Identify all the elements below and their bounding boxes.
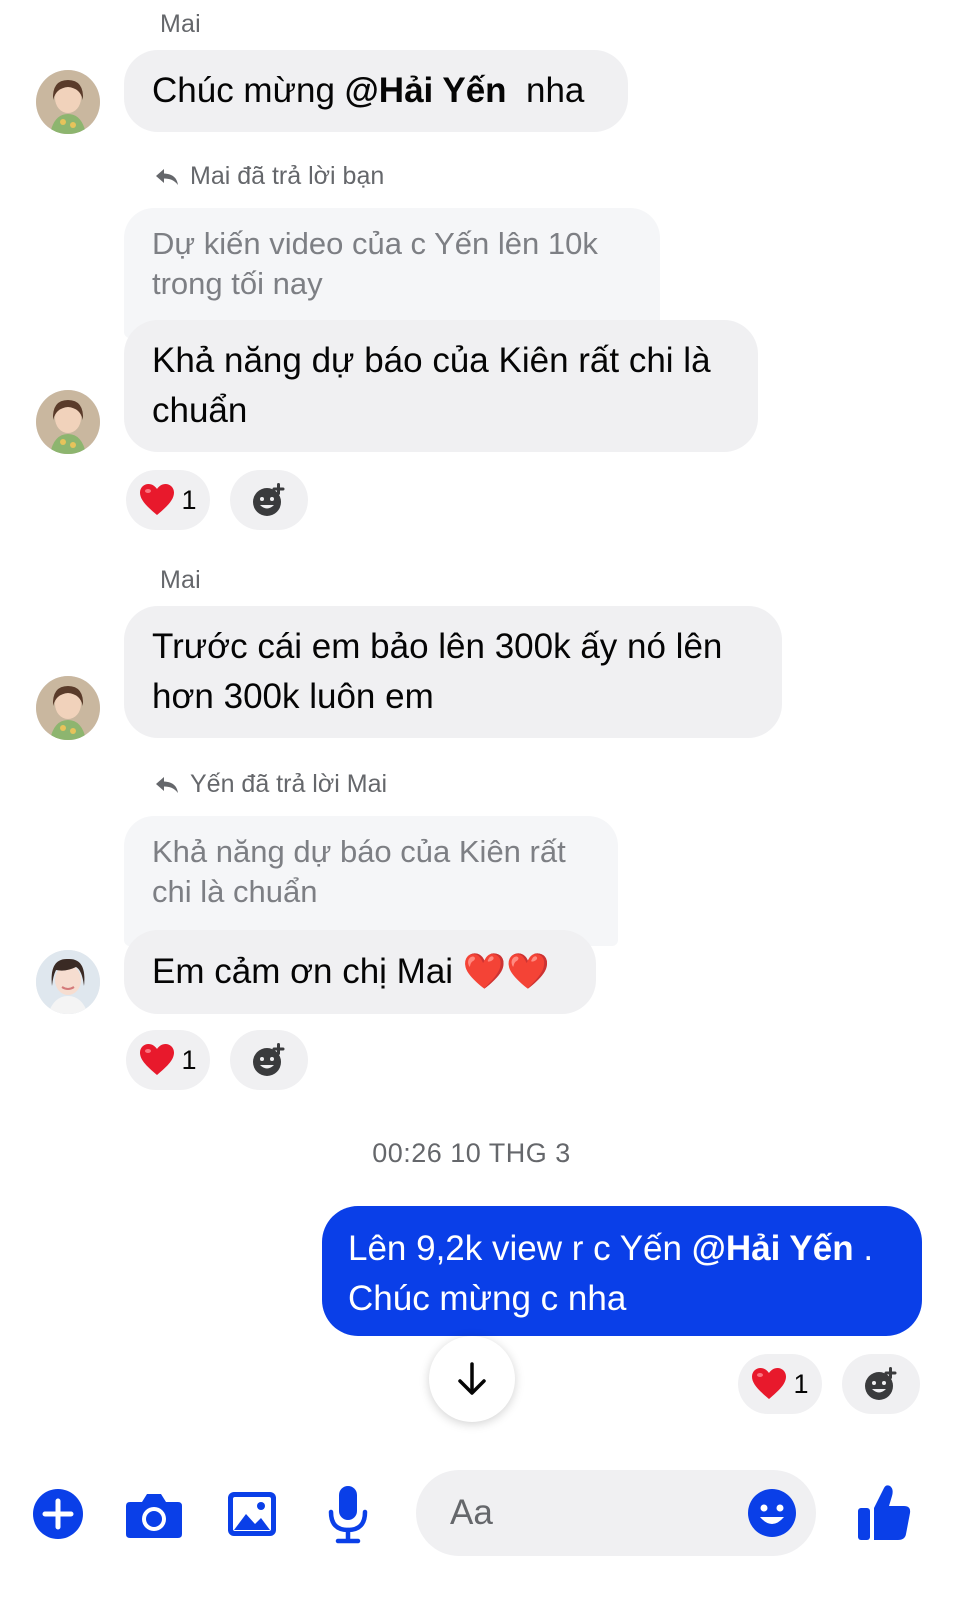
image-icon xyxy=(228,1492,276,1536)
reaction-count: 1 xyxy=(181,1044,197,1075)
emoji-icon[interactable] xyxy=(746,1487,798,1539)
reaction-badge[interactable]: 1 xyxy=(126,470,210,530)
reaction-count: 1 xyxy=(181,484,197,515)
mention-tag[interactable]: @Hải Yến xyxy=(692,1229,854,1268)
quoted-message[interactable]: Dự kiến video của c Yến lên 10k trong tố… xyxy=(124,208,660,338)
mai-avatar-image xyxy=(36,390,100,454)
mai-avatar-image xyxy=(36,676,100,740)
like-button[interactable] xyxy=(856,1482,912,1542)
heart-icon xyxy=(140,484,175,515)
message-text: Khả năng dự báo của Kiên rất chi là chuẩ… xyxy=(152,341,711,430)
avatar[interactable] xyxy=(36,676,100,740)
message-text: Trước cái em bảo lên 300k ấy nó lên hơn … xyxy=(152,627,723,716)
reaction-badge[interactable]: 1 xyxy=(738,1354,822,1414)
heart-emoji: ❤️❤️ xyxy=(462,952,550,991)
reply-indicator-text: Mai đã trả lời bạn xyxy=(190,162,385,190)
heart-icon xyxy=(752,1368,787,1399)
reply-arrow-icon xyxy=(156,168,178,185)
add-reaction-button[interactable] xyxy=(230,1030,308,1090)
sender-name: Mai xyxy=(160,10,201,38)
message-text: Chúc mừng xyxy=(152,71,345,110)
message-bubble[interactable]: Em cảm ơn chị Mai ❤️❤️ xyxy=(124,930,596,1014)
add-emoji-icon xyxy=(865,1367,897,1400)
camera-icon xyxy=(126,1494,182,1538)
quoted-message[interactable]: Khả năng dự báo của Kiên rất chi là chuẩ… xyxy=(124,816,618,946)
add-emoji-icon xyxy=(253,483,285,516)
camera-button[interactable] xyxy=(124,1488,184,1540)
chat-screen: Mai Chúc mừng @Hải Yến nha Mai đã trả lờ… xyxy=(0,0,973,1616)
message-bubble[interactable]: Trước cái em bảo lên 300k ấy nó lên hơn … xyxy=(124,606,782,738)
scroll-to-bottom-button[interactable] xyxy=(429,1336,515,1422)
add-emoji-icon xyxy=(253,1043,285,1076)
message-text: Em cảm ơn chị Mai xyxy=(152,952,463,991)
plus-button[interactable] xyxy=(32,1488,84,1540)
reply-arrow-icon xyxy=(156,776,178,793)
avatar[interactable] xyxy=(36,950,100,1014)
microphone-icon xyxy=(328,1486,368,1544)
message-text: Lên 9,2k view r c Yến xyxy=(348,1229,692,1268)
message-text: nha xyxy=(506,71,585,110)
timestamp-divider: 00:26 10 THG 3 xyxy=(372,1138,571,1168)
reply-indicator: Mai đã trả lời bạn xyxy=(154,162,384,191)
sender-name: Mai xyxy=(160,566,201,594)
heart-icon xyxy=(140,1044,175,1075)
avatar[interactable] xyxy=(36,390,100,454)
gallery-button[interactable] xyxy=(226,1488,278,1540)
reaction-badge[interactable]: 1 xyxy=(126,1030,210,1090)
plus-icon xyxy=(33,1489,83,1539)
mai-avatar-image xyxy=(36,70,100,134)
message-bubble[interactable]: Chúc mừng @Hải Yến nha xyxy=(124,50,628,132)
message-input-placeholder: Aa xyxy=(450,1493,493,1532)
mention-tag[interactable]: @Hải Yến xyxy=(345,71,507,110)
yen-avatar-image xyxy=(36,950,100,1014)
add-reaction-button[interactable] xyxy=(842,1354,920,1414)
add-reaction-button[interactable] xyxy=(230,470,308,530)
thumbs-up-icon xyxy=(858,1485,911,1540)
message-input[interactable]: Aa xyxy=(416,1470,816,1556)
own-message-bubble[interactable]: Lên 9,2k view r c Yến @Hải Yến . Chúc mừ… xyxy=(322,1206,922,1336)
avatar[interactable] xyxy=(36,70,100,134)
reaction-count: 1 xyxy=(793,1368,809,1399)
arrow-down-icon xyxy=(458,1362,486,1395)
voice-button[interactable] xyxy=(326,1484,370,1544)
reply-indicator-text: Yến đã trả lời Mai xyxy=(190,770,388,798)
message-bubble[interactable]: Khả năng dự báo của Kiên rất chi là chuẩ… xyxy=(124,320,758,452)
reply-indicator: Yến đã trả lời Mai xyxy=(154,770,387,799)
